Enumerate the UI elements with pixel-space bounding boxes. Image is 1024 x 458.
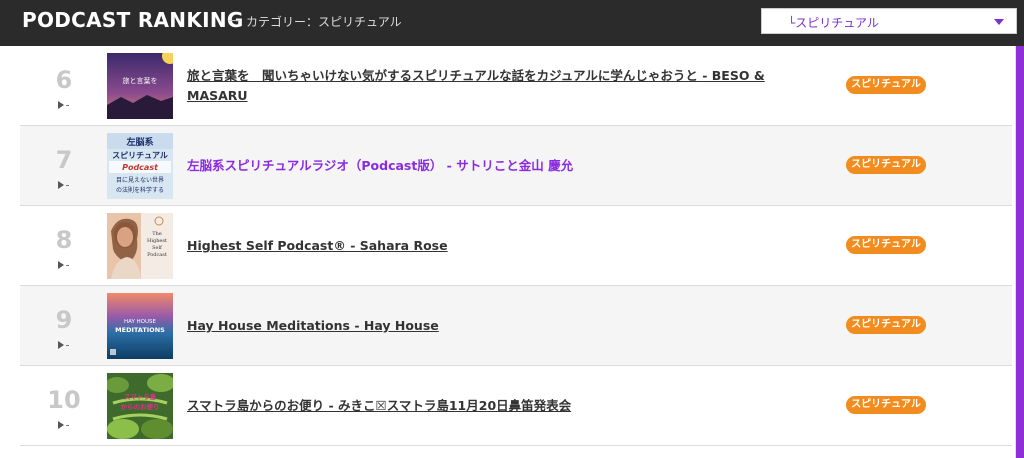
podcast-title-link[interactable]: Highest Self Podcast® - Sahara Rose [187, 236, 767, 256]
podcast-thumbnail[interactable]: 旅と言葉を [107, 53, 173, 119]
ranking-row: 6 旅と言葉を 旅と言葉を 聞いちゃいけない気がするスピリチュアルな話をカジュア… [20, 46, 1012, 126]
play-icon[interactable] [58, 420, 70, 430]
svg-text:の法則を科学する: の法則を科学する [116, 186, 164, 194]
podcast-title-link[interactable]: 左脳系スピリチュアルラジオ（Podcast版） - サトリこと金山 慶允 [187, 156, 767, 176]
category-select-value: └スピリチュアル [788, 16, 879, 30]
svg-text:スピリチュアル: スピリチュアル [112, 150, 168, 160]
rank-number: 7 [55, 146, 73, 174]
svg-text:Highest: Highest [147, 238, 167, 244]
category-badge[interactable]: スピリチュアル [846, 316, 926, 334]
ranking-row: 9 HAY HOUSE MEDITATIONS Hay House Medita… [20, 286, 1012, 366]
rank-number: 9 [55, 306, 73, 334]
play-icon[interactable] [58, 260, 70, 270]
top-header: PODCAST RANKING — カテゴリー：スピリチュアル └スピリチュアル [0, 0, 1024, 46]
podcast-title-link[interactable]: Hay House Meditations - Hay House [187, 316, 767, 336]
svg-text:HAY HOUSE: HAY HOUSE [124, 319, 157, 325]
rank-number: 10 [47, 386, 81, 414]
svg-text:The: The [152, 231, 162, 237]
chevron-down-icon [994, 19, 1004, 25]
svg-text:MEDITATIONS: MEDITATIONS [115, 326, 165, 334]
podcast-title-link[interactable]: スマトラ島からのお便り - みきこ☒スマトラ島11月20日鼻笛発表会 [187, 396, 767, 416]
ranking-list: 6 旅と言葉を 旅と言葉を 聞いちゃいけない気がするスピリチュアルな話をカジュア… [20, 46, 1012, 446]
svg-text:からのお便り: からのお便り [121, 402, 160, 411]
podcast-thumbnail[interactable]: 左脳系 スピリチュアル Podcast 目に見えない世界 の法則を科学する [107, 133, 173, 199]
play-icon[interactable] [58, 180, 70, 190]
category-label: カテゴリー：スピリチュアル [246, 15, 402, 29]
category-badge[interactable]: スピリチュアル [846, 236, 926, 254]
scrollbar[interactable] [1016, 46, 1024, 458]
svg-text:スマトラ島: スマトラ島 [124, 392, 157, 401]
category-badge[interactable]: スピリチュアル [846, 76, 926, 94]
podcast-thumbnail[interactable]: The Highest Self Podcast [107, 213, 173, 279]
svg-text:目に見えない世界: 目に見えない世界 [116, 176, 164, 184]
svg-text:Self: Self [152, 245, 163, 251]
category-badge[interactable]: スピリチュアル [846, 396, 926, 414]
title-separator: — [228, 13, 240, 27]
ranking-row: 7 左脳系 スピリチュアル Podcast 目に見えない世界 の法則を科学する … [20, 126, 1012, 206]
svg-text:Podcast: Podcast [147, 252, 167, 258]
category-select[interactable]: └スピリチュアル [761, 8, 1017, 34]
rank-number: 6 [55, 66, 73, 94]
podcast-thumbnail[interactable]: HAY HOUSE MEDITATIONS [107, 293, 173, 359]
podcast-title-link[interactable]: 旅と言葉を 聞いちゃいけない気がするスピリチュアルな話をカジュアルに学んじゃおう… [187, 66, 767, 106]
podcast-thumbnail[interactable]: スマトラ島 からのお便り [107, 373, 173, 439]
page-title: PODCAST RANKING [22, 8, 244, 32]
thumb-text: 旅と言葉を [123, 76, 158, 85]
svg-text:左脳系: 左脳系 [125, 136, 153, 148]
category-badge[interactable]: スピリチュアル [846, 156, 926, 174]
rank-number: 8 [55, 226, 73, 254]
svg-text:Podcast: Podcast [122, 163, 159, 172]
play-icon[interactable] [58, 340, 70, 350]
play-icon[interactable] [58, 100, 70, 110]
ranking-row: 10 スマトラ島 からのお便り スマトラ島からのお便り - みきこ☒スマトラ島1… [20, 366, 1012, 446]
ranking-row: 8 The Highest Self Podcast Highest Self … [20, 206, 1012, 286]
